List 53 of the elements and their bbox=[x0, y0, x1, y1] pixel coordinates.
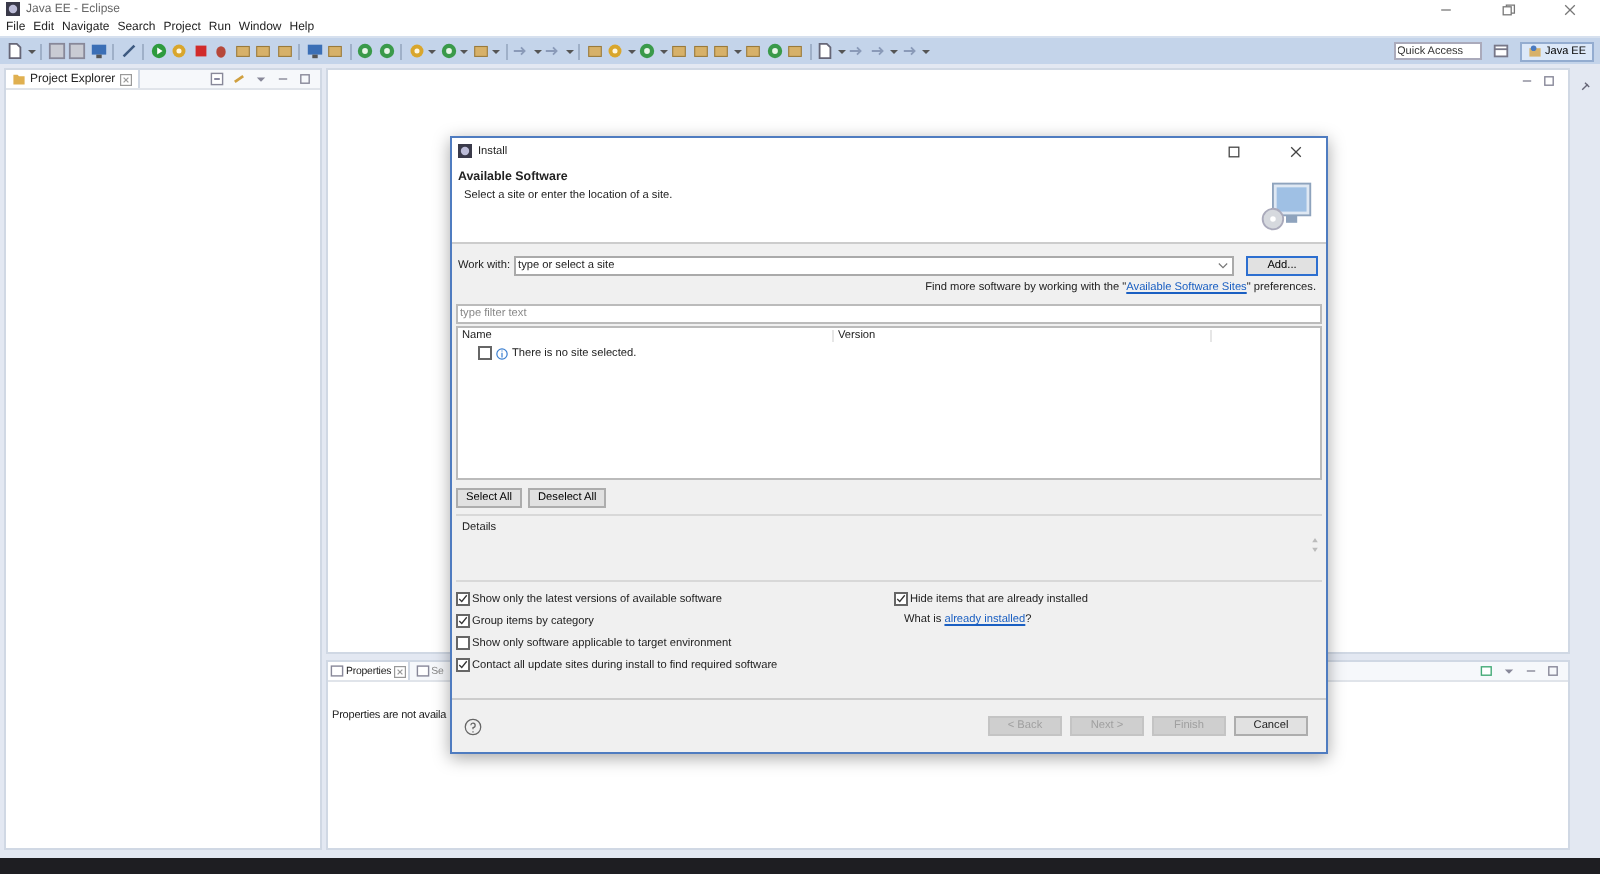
caret-icon[interactable] bbox=[492, 47, 500, 55]
pin-icon[interactable] bbox=[1578, 80, 1592, 94]
stop-icon[interactable] bbox=[191, 42, 209, 60]
info-icon bbox=[496, 347, 508, 359]
checkbox[interactable] bbox=[456, 614, 470, 629]
restore-icon[interactable] bbox=[1500, 1, 1516, 17]
minimize-icon[interactable] bbox=[1524, 664, 1538, 678]
play-icon[interactable] bbox=[149, 42, 167, 60]
perspective-icon bbox=[1527, 44, 1542, 58]
folder-icon bbox=[12, 72, 26, 86]
caret-icon[interactable] bbox=[890, 47, 898, 55]
menu-icon[interactable] bbox=[1502, 664, 1516, 678]
maximize-icon[interactable] bbox=[298, 72, 312, 86]
caret-icon[interactable] bbox=[428, 47, 436, 55]
caret-icon[interactable] bbox=[27, 47, 35, 55]
package-icon[interactable] bbox=[471, 42, 489, 60]
caret-icon[interactable] bbox=[922, 47, 930, 55]
new-file-icon[interactable] bbox=[6, 42, 24, 60]
minimize-icon[interactable] bbox=[1520, 74, 1535, 88]
checkbox[interactable] bbox=[894, 592, 908, 607]
open-console-icon[interactable] bbox=[1480, 664, 1494, 678]
package-icon[interactable] bbox=[326, 42, 344, 60]
checkbox[interactable] bbox=[456, 592, 470, 607]
scroll-arrows-icon[interactable] bbox=[1312, 538, 1318, 552]
caret-icon[interactable] bbox=[627, 47, 635, 55]
monitor-icon[interactable] bbox=[305, 42, 323, 60]
caret-icon[interactable] bbox=[533, 47, 541, 55]
package-icon[interactable] bbox=[786, 42, 804, 60]
open-perspective-icon[interactable] bbox=[1492, 42, 1511, 60]
caret-icon[interactable] bbox=[460, 47, 468, 55]
caret-icon[interactable] bbox=[1218, 262, 1228, 270]
help-icon[interactable] bbox=[464, 717, 482, 735]
package-icon[interactable] bbox=[585, 42, 603, 60]
maximize-icon[interactable] bbox=[1226, 143, 1242, 159]
checkbox[interactable] bbox=[478, 346, 492, 360]
app-icon bbox=[458, 144, 472, 158]
maximize-icon[interactable] bbox=[1542, 74, 1556, 88]
caret-icon[interactable] bbox=[659, 47, 667, 55]
collapse-all-icon[interactable] bbox=[210, 72, 224, 86]
checkbox[interactable] bbox=[456, 658, 470, 673]
close-icon[interactable] bbox=[1562, 1, 1578, 17]
checkbox[interactable] bbox=[456, 636, 470, 651]
caret-icon[interactable] bbox=[837, 47, 845, 55]
new-file-icon[interactable] bbox=[816, 42, 834, 60]
app-icon bbox=[6, 2, 20, 16]
caret-icon[interactable] bbox=[565, 47, 573, 55]
close-icon[interactable] bbox=[1288, 143, 1304, 159]
monitor-icon[interactable] bbox=[89, 42, 107, 60]
monitor-icon bbox=[1258, 178, 1314, 234]
caret-icon[interactable] bbox=[733, 47, 741, 55]
menu-icon[interactable] bbox=[254, 72, 268, 86]
maximize-icon[interactable] bbox=[1546, 664, 1560, 678]
minimize-icon[interactable] bbox=[276, 72, 290, 86]
